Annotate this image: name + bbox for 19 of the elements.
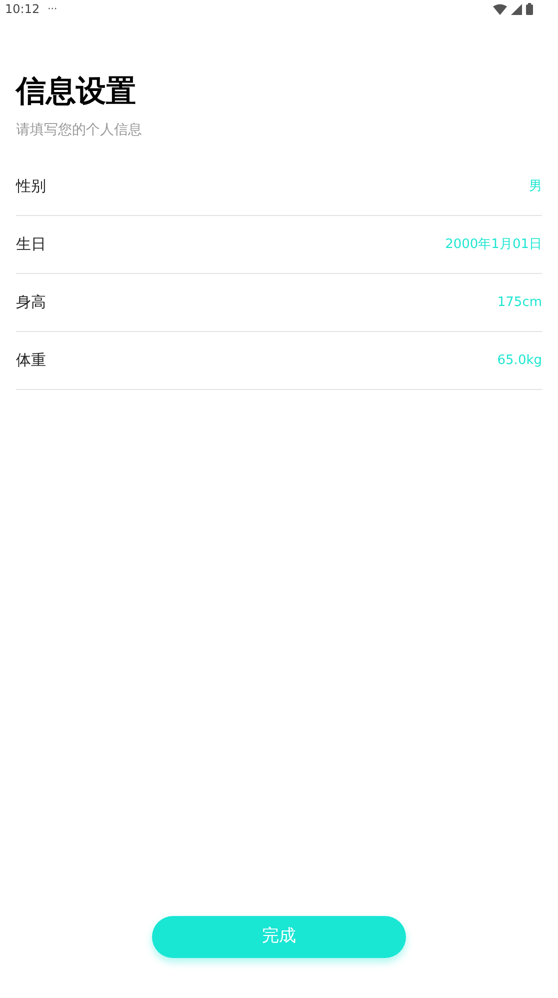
page-subtitle: 请填写您的个人信息 xyxy=(16,121,143,140)
settings-row[interactable]: 性别 男 xyxy=(16,158,542,216)
field-label: 性别 xyxy=(16,176,46,198)
field-value: 2000年1月01日 xyxy=(445,236,542,254)
field-value: 男 xyxy=(529,178,542,196)
field-label: 身高 xyxy=(16,292,46,314)
field-value: 175cm xyxy=(497,294,542,312)
battery-icon xyxy=(526,3,533,15)
field-label: 生日 xyxy=(16,234,46,256)
settings-row[interactable]: 生日 2000年1月01日 xyxy=(16,216,542,274)
field-value: 65.0kg xyxy=(497,352,542,370)
more-indicator: ··· xyxy=(48,2,58,16)
signal-icon xyxy=(511,4,522,14)
settings-row[interactable]: 身高 175cm xyxy=(16,274,542,332)
settings-row[interactable]: 体重 65.0kg xyxy=(16,332,542,390)
wifi-icon xyxy=(493,4,507,14)
field-label: 体重 xyxy=(16,350,46,372)
status-time: 10:12 xyxy=(5,1,40,18)
page-title: 信息设置 xyxy=(16,73,137,111)
